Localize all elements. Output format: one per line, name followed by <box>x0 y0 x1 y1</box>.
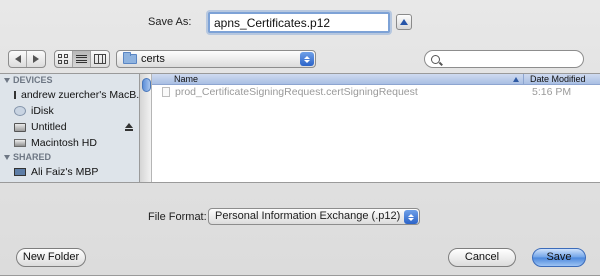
column-header-date[interactable]: Date Modified <box>524 74 586 84</box>
nav-buttons <box>8 50 46 68</box>
computer-icon <box>14 168 26 176</box>
sidebar-item-computer[interactable]: andrew zuercher's MacB... <box>0 87 139 103</box>
eject-icon[interactable] <box>124 123 133 131</box>
search-field[interactable] <box>424 50 584 68</box>
location-popup[interactable]: certs <box>116 50 316 68</box>
toolbar: certs <box>0 48 600 70</box>
save-as-label: Save As: <box>148 16 192 28</box>
idisk-icon <box>14 106 26 116</box>
file-list: Name Date Modified prod_CertificateSigni… <box>152 74 600 182</box>
forward-button[interactable] <box>27 51 45 67</box>
triangle-up-icon <box>400 19 408 25</box>
search-input[interactable] <box>446 53 576 65</box>
file-format-popup[interactable]: Personal Information Exchange (.p12) <box>208 208 420 225</box>
expand-dialog-button[interactable] <box>396 14 412 30</box>
computer-icon <box>14 91 16 99</box>
save-button[interactable]: Save <box>532 248 586 267</box>
sidebar-item-label: andrew zuercher's MacB... <box>21 89 139 101</box>
disclosure-triangle-icon <box>4 155 10 160</box>
file-date: 5:16 PM <box>532 86 572 98</box>
popup-arrows-icon <box>300 52 314 66</box>
sidebar-item-label: Untitled <box>31 121 67 133</box>
back-arrow-icon <box>14 55 21 63</box>
filename-input[interactable] <box>208 12 390 33</box>
location-label: certs <box>141 53 165 65</box>
new-folder-button[interactable]: New Folder <box>16 248 86 267</box>
document-icon <box>162 87 170 97</box>
popup-arrows-icon <box>404 210 418 224</box>
view-mode-buttons <box>54 50 110 68</box>
search-icon <box>431 54 440 64</box>
drive-icon <box>14 122 26 132</box>
back-button[interactable] <box>9 51 27 67</box>
column-view-icon <box>94 54 107 64</box>
save-dialog: Save As: certs <box>0 0 600 276</box>
sidebar-item-idisk[interactable]: iDisk <box>0 103 139 119</box>
file-format-row: File Format: Personal Information Exchan… <box>0 207 600 227</box>
sidebar-item-label: Ali Faiz's MBP <box>31 166 99 178</box>
column-headers: Name Date Modified <box>152 74 600 85</box>
column-header-name[interactable]: Name <box>152 74 524 84</box>
sidebar-header-shared[interactable]: SHARED <box>0 151 139 164</box>
sidebar-item-macintosh-hd[interactable]: Macintosh HD <box>0 135 139 151</box>
column-view-button[interactable] <box>91 51 109 67</box>
file-format-label: File Format: <box>148 211 207 223</box>
sidebar-item-label: Macintosh HD <box>31 137 97 149</box>
folder-icon <box>123 52 137 64</box>
file-name: prod_CertificateSigningRequest.certSigni… <box>175 86 418 98</box>
sidebar-item-label: iDisk <box>31 105 54 117</box>
sidebar-item-shared-computer[interactable]: Ali Faiz's MBP <box>0 164 139 180</box>
icon-view-icon <box>58 54 69 64</box>
scrollbar-thumb[interactable] <box>142 78 151 92</box>
save-as-row: Save As: <box>0 10 600 36</box>
disclosure-triangle-icon <box>4 78 10 83</box>
icon-view-button[interactable] <box>55 51 73 67</box>
sort-ascending-icon <box>513 77 519 82</box>
harddisk-icon <box>14 139 26 147</box>
cancel-button[interactable]: Cancel <box>448 248 516 267</box>
file-row[interactable]: prod_CertificateSigningRequest.certSigni… <box>152 85 600 99</box>
file-format-value: Personal Information Exchange (.p12) <box>215 210 401 222</box>
list-view-button[interactable] <box>72 51 92 67</box>
sidebar: DEVICES andrew zuercher's MacB... iDisk … <box>0 74 139 182</box>
forward-arrow-icon <box>33 55 39 63</box>
sidebar-scrollbar[interactable] <box>139 74 152 182</box>
sidebar-header-devices[interactable]: DEVICES <box>0 74 139 87</box>
file-browser: DEVICES andrew zuercher's MacB... iDisk … <box>0 73 600 183</box>
list-view-icon <box>76 54 87 64</box>
sidebar-item-untitled[interactable]: Untitled <box>0 119 139 135</box>
